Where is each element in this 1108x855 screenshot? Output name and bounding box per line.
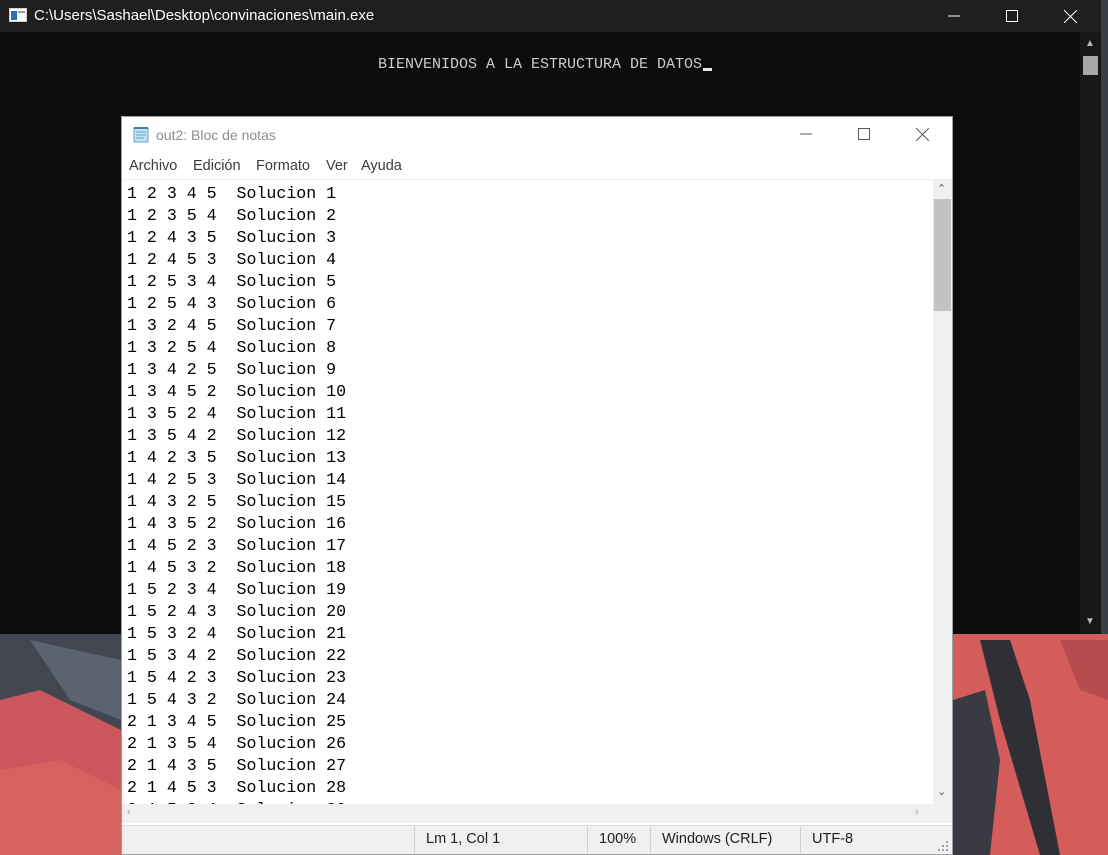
text-line: 1 2 3 5 4 Solucion 2: [127, 206, 337, 225]
text-line: 1 5 3 2 4 Solucion 21: [127, 624, 347, 643]
text-line: 2 1 3 5 4 Solucion 26: [127, 734, 347, 753]
notepad-vertical-scrollbar[interactable]: ⌃ ⌄: [933, 179, 952, 804]
notepad-minimize-button[interactable]: [777, 117, 835, 151]
notepad-window-title: out2: Bloc de notas: [156, 127, 276, 143]
console-titlebar[interactable]: C:\Users\Sashael\Desktop\convinaciones\m…: [0, 0, 1101, 32]
notepad-text-content: 1 2 3 4 5 Solucion 1 1 2 3 5 4 Solucion 2…: [127, 183, 346, 804]
text-line: 1 5 2 3 4 Solucion 19: [127, 580, 347, 599]
text-line: 1 2 3 4 5 Solucion 1: [127, 184, 337, 203]
text-line: 1 4 2 3 5 Solucion 13: [127, 448, 347, 467]
console-scroll-thumb[interactable]: [1083, 56, 1098, 75]
console-close-button[interactable]: [1041, 0, 1099, 32]
console-app-icon: [9, 8, 27, 22]
scroll-right-arrow-icon[interactable]: ›: [915, 806, 919, 818]
text-line: 1 5 2 4 3 Solucion 20: [127, 602, 347, 621]
menu-ver[interactable]: Ver: [326, 158, 348, 174]
text-line: 1 3 4 2 5 Solucion 9: [127, 360, 337, 379]
text-line: 1 4 2 5 3 Solucion 14: [127, 470, 347, 489]
console-minimize-button[interactable]: [925, 0, 983, 32]
menu-ayuda[interactable]: Ayuda: [361, 158, 402, 174]
status-cursor-position: Lm 1, Col 1: [414, 826, 587, 854]
text-line: 1 2 4 5 3 Solucion 4: [127, 250, 337, 269]
status-line-ending: Windows (CRLF): [650, 826, 800, 854]
menu-edicion[interactable]: Edición: [193, 158, 241, 174]
notepad-maximize-button[interactable]: [835, 117, 893, 151]
text-line: 1 5 3 4 2 Solucion 22: [127, 646, 347, 665]
text-line: 2 1 4 5 3 Solucion 28: [127, 778, 347, 797]
console-cursor: [703, 68, 713, 71]
notepad-horizontal-scrollbar[interactable]: ‹ ›: [122, 804, 933, 823]
scroll-left-arrow-icon[interactable]: ‹: [127, 806, 131, 818]
text-line: 1 2 4 3 5 Solucion 3: [127, 228, 337, 247]
notepad-window[interactable]: out2: Bloc de notas Archivo Edición Form…: [121, 116, 953, 855]
maximize-icon: [1006, 10, 1018, 22]
scroll-up-arrow-icon[interactable]: ▲: [1085, 38, 1095, 49]
menu-formato[interactable]: Formato: [256, 158, 310, 174]
menu-archivo[interactable]: Archivo: [129, 158, 177, 174]
status-encoding: UTF-8: [800, 826, 930, 854]
notepad-menubar: Archivo Edición Formato Ver Ayuda: [122, 155, 952, 177]
console-maximize-button[interactable]: [983, 0, 1041, 32]
status-zoom: 100%: [587, 826, 650, 854]
text-line: 1 4 5 3 2 Solucion 18: [127, 558, 347, 577]
scrollbar-corner: [933, 804, 952, 823]
console-window-title: C:\Users\Sashael\Desktop\convinaciones\m…: [34, 7, 375, 24]
resize-grip-icon[interactable]: [937, 840, 949, 852]
console-vertical-scrollbar[interactable]: ▲ ▼: [1080, 32, 1101, 634]
text-line: 1 4 5 2 3 Solucion 17: [127, 536, 347, 555]
scroll-down-arrow-icon[interactable]: ▼: [1085, 616, 1095, 627]
notepad-close-button[interactable]: [893, 117, 951, 151]
text-line: 1 2 5 4 3 Solucion 6: [127, 294, 337, 313]
text-line: 1 4 3 2 5 Solucion 15: [127, 492, 347, 511]
text-line: 1 3 5 4 2 Solucion 12: [127, 426, 347, 445]
notepad-titlebar[interactable]: out2: Bloc de notas: [122, 117, 952, 151]
close-icon: [915, 127, 929, 141]
notepad-scroll-thumb[interactable]: [934, 199, 951, 311]
notepad-app-icon: [133, 127, 149, 143]
text-line: 1 3 2 5 4 Solucion 8: [127, 338, 337, 357]
text-line: 2 1 3 4 5 Solucion 25: [127, 712, 347, 731]
minimize-icon: [800, 133, 812, 135]
text-line: 1 5 4 3 2 Solucion 24: [127, 690, 347, 709]
close-icon: [1063, 9, 1077, 23]
text-line: 1 3 4 5 2 Solucion 10: [127, 382, 347, 401]
text-line: 1 3 2 4 5 Solucion 7: [127, 316, 337, 335]
scroll-down-arrow-icon[interactable]: ⌄: [937, 785, 946, 798]
console-output-text: BIENVENIDOS A LA ESTRUCTURA DE DATOS: [378, 56, 703, 73]
text-line: 1 3 5 2 4 Solucion 11: [127, 404, 347, 423]
notepad-statusbar: Lm 1, Col 1 100% Windows (CRLF) UTF-8: [122, 825, 952, 854]
notepad-text-editor[interactable]: 1 2 3 4 5 Solucion 1 1 2 3 5 4 Solucion 2…: [122, 179, 933, 804]
text-line: 2 1 4 3 5 Solucion 27: [127, 756, 347, 775]
minimize-icon: [948, 15, 960, 17]
text-line: 1 5 4 2 3 Solucion 23: [127, 668, 347, 687]
text-line: 1 4 3 5 2 Solucion 16: [127, 514, 347, 533]
text-line: 1 2 5 3 4 Solucion 5: [127, 272, 337, 291]
console-output-line: BIENVENIDOS A LA ESTRUCTURA DE DATOS: [378, 56, 713, 73]
maximize-icon: [858, 128, 870, 140]
scroll-up-arrow-icon[interactable]: ⌃: [937, 182, 946, 195]
